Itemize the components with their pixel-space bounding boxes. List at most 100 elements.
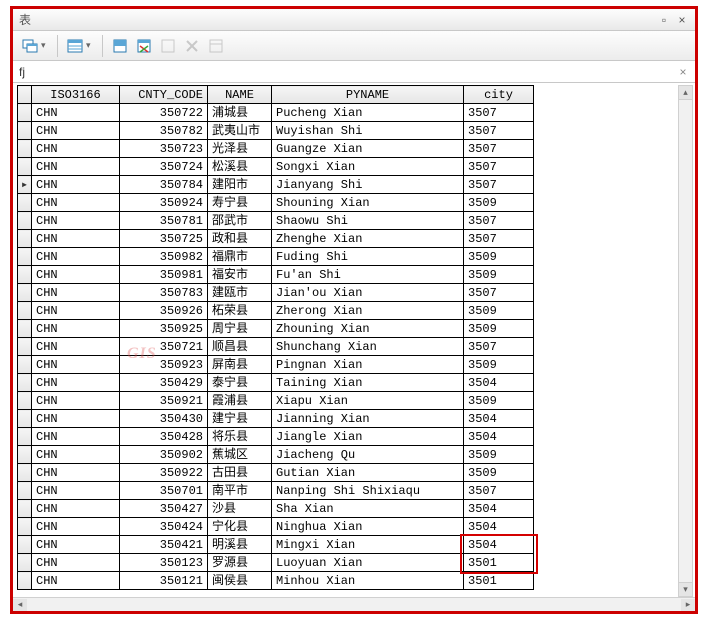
row-selector[interactable] (18, 140, 32, 158)
cell[interactable]: 3509 (464, 248, 534, 266)
row-selector[interactable] (18, 392, 32, 410)
cell[interactable]: Zhouning Xian (272, 320, 464, 338)
cell[interactable]: 明溪县 (208, 536, 272, 554)
row-selector[interactable] (18, 302, 32, 320)
column-header[interactable]: PYNAME (272, 86, 464, 104)
cell[interactable]: 3507 (464, 158, 534, 176)
table-row[interactable]: CHN350982福鼎市Fuding Shi3509 (18, 248, 534, 266)
table-row[interactable]: CHN350121闽侯县Minhou Xian3501 (18, 572, 534, 590)
cell[interactable]: CHN (32, 320, 120, 338)
cell[interactable]: CHN (32, 428, 120, 446)
scroll-right-icon[interactable]: ▸ (681, 599, 695, 611)
cell[interactable]: Jianyang Shi (272, 176, 464, 194)
table-row[interactable]: CHN350421明溪县Mingxi Xian3504 (18, 536, 534, 554)
cell[interactable]: CHN (32, 338, 120, 356)
cell[interactable]: 泰宁县 (208, 374, 272, 392)
cell[interactable]: 3507 (464, 284, 534, 302)
cell[interactable]: Jianning Xian (272, 410, 464, 428)
column-header[interactable]: NAME (208, 86, 272, 104)
row-selector[interactable] (18, 536, 32, 554)
column-header[interactable]: ISO3166 (32, 86, 120, 104)
cell[interactable]: 350723 (120, 140, 208, 158)
cell[interactable]: 3509 (464, 392, 534, 410)
scroll-down-icon[interactable]: ▾ (679, 582, 692, 596)
formula-close-icon[interactable]: × (675, 64, 691, 80)
cell[interactable]: 350722 (120, 104, 208, 122)
cell[interactable]: Fuding Shi (272, 248, 464, 266)
row-selector[interactable] (18, 158, 32, 176)
cell[interactable]: 3504 (464, 536, 534, 554)
row-selector[interactable] (18, 554, 32, 572)
table-row[interactable]: CHN350722浦城县Pucheng Xian3507 (18, 104, 534, 122)
row-selector[interactable] (18, 122, 32, 140)
restore-button[interactable]: ▫ (657, 13, 671, 27)
cell[interactable]: Wuyishan Shi (272, 122, 464, 140)
cell[interactable]: 350725 (120, 230, 208, 248)
cell[interactable]: CHN (32, 446, 120, 464)
cell[interactable]: Luoyuan Xian (272, 554, 464, 572)
table-row[interactable]: CHN350923屏南县Pingnan Xian3509 (18, 356, 534, 374)
cell[interactable]: 350782 (120, 122, 208, 140)
cell[interactable]: 3507 (464, 338, 534, 356)
cell[interactable]: 3509 (464, 194, 534, 212)
row-selector[interactable] (18, 518, 32, 536)
row-selector[interactable]: ▸ (18, 176, 32, 194)
cell[interactable]: 沙县 (208, 500, 272, 518)
row-selector[interactable] (18, 266, 32, 284)
cell[interactable]: 350428 (120, 428, 208, 446)
cell[interactable]: 350427 (120, 500, 208, 518)
cell[interactable]: 350783 (120, 284, 208, 302)
cell[interactable]: 古田县 (208, 464, 272, 482)
cell[interactable]: 350721 (120, 338, 208, 356)
cell[interactable]: CHN (32, 140, 120, 158)
cell[interactable]: 建宁县 (208, 410, 272, 428)
cell[interactable]: CHN (32, 302, 120, 320)
cell[interactable]: 顺昌县 (208, 338, 272, 356)
table-row[interactable]: ▸CHN350784建阳市Jianyang Shi3507 (18, 176, 534, 194)
cell[interactable]: 3509 (464, 356, 534, 374)
row-selector[interactable] (18, 284, 32, 302)
cell[interactable]: 3504 (464, 500, 534, 518)
cell[interactable]: 350784 (120, 176, 208, 194)
row-selector[interactable] (18, 356, 32, 374)
cell[interactable]: CHN (32, 266, 120, 284)
cell[interactable]: Taining Xian (272, 374, 464, 392)
table-row[interactable]: CHN350981福安市Fu'an Shi3509 (18, 266, 534, 284)
cell[interactable]: 闽侯县 (208, 572, 272, 590)
cell[interactable]: CHN (32, 482, 120, 500)
cell[interactable]: 350923 (120, 356, 208, 374)
switch-selection-icon[interactable] (109, 35, 131, 57)
table-row[interactable]: CHN350123罗源县Luoyuan Xian3501 (18, 554, 534, 572)
cell[interactable]: Mingxi Xian (272, 536, 464, 554)
table-row[interactable]: CHN350926柘荣县Zherong Xian3509 (18, 302, 534, 320)
horizontal-scrollbar[interactable]: ◂ ▸ (13, 597, 695, 611)
vertical-scrollbar[interactable]: ▴ ▾ (678, 85, 693, 597)
cell[interactable]: 南平市 (208, 482, 272, 500)
row-selector[interactable] (18, 446, 32, 464)
cell[interactable]: 350924 (120, 194, 208, 212)
cell[interactable]: 350922 (120, 464, 208, 482)
select-by-attributes-icon[interactable] (64, 35, 86, 57)
cell[interactable]: 3504 (464, 374, 534, 392)
cell[interactable]: Songxi Xian (272, 158, 464, 176)
cell[interactable]: 350430 (120, 410, 208, 428)
cell[interactable]: Pingnan Xian (272, 356, 464, 374)
row-selector[interactable] (18, 248, 32, 266)
table-row[interactable]: CHN350429泰宁县Taining Xian3504 (18, 374, 534, 392)
cell[interactable]: 350724 (120, 158, 208, 176)
cell[interactable]: 松溪县 (208, 158, 272, 176)
table-row[interactable]: CHN350427沙县Sha Xian3504 (18, 500, 534, 518)
cell[interactable]: CHN (32, 122, 120, 140)
clear-selection-icon[interactable] (133, 35, 155, 57)
cell[interactable]: 3507 (464, 482, 534, 500)
row-selector[interactable] (18, 194, 32, 212)
cell[interactable]: Nanping Shi Shixiaqu (272, 482, 464, 500)
cell[interactable]: 350925 (120, 320, 208, 338)
row-selector[interactable] (18, 338, 32, 356)
cell[interactable]: CHN (32, 194, 120, 212)
cell[interactable]: 福鼎市 (208, 248, 272, 266)
cell[interactable]: Zhenghe Xian (272, 230, 464, 248)
cell[interactable]: 邵武市 (208, 212, 272, 230)
table-row[interactable]: CHN350725政和县Zhenghe Xian3507 (18, 230, 534, 248)
cell[interactable]: CHN (32, 536, 120, 554)
